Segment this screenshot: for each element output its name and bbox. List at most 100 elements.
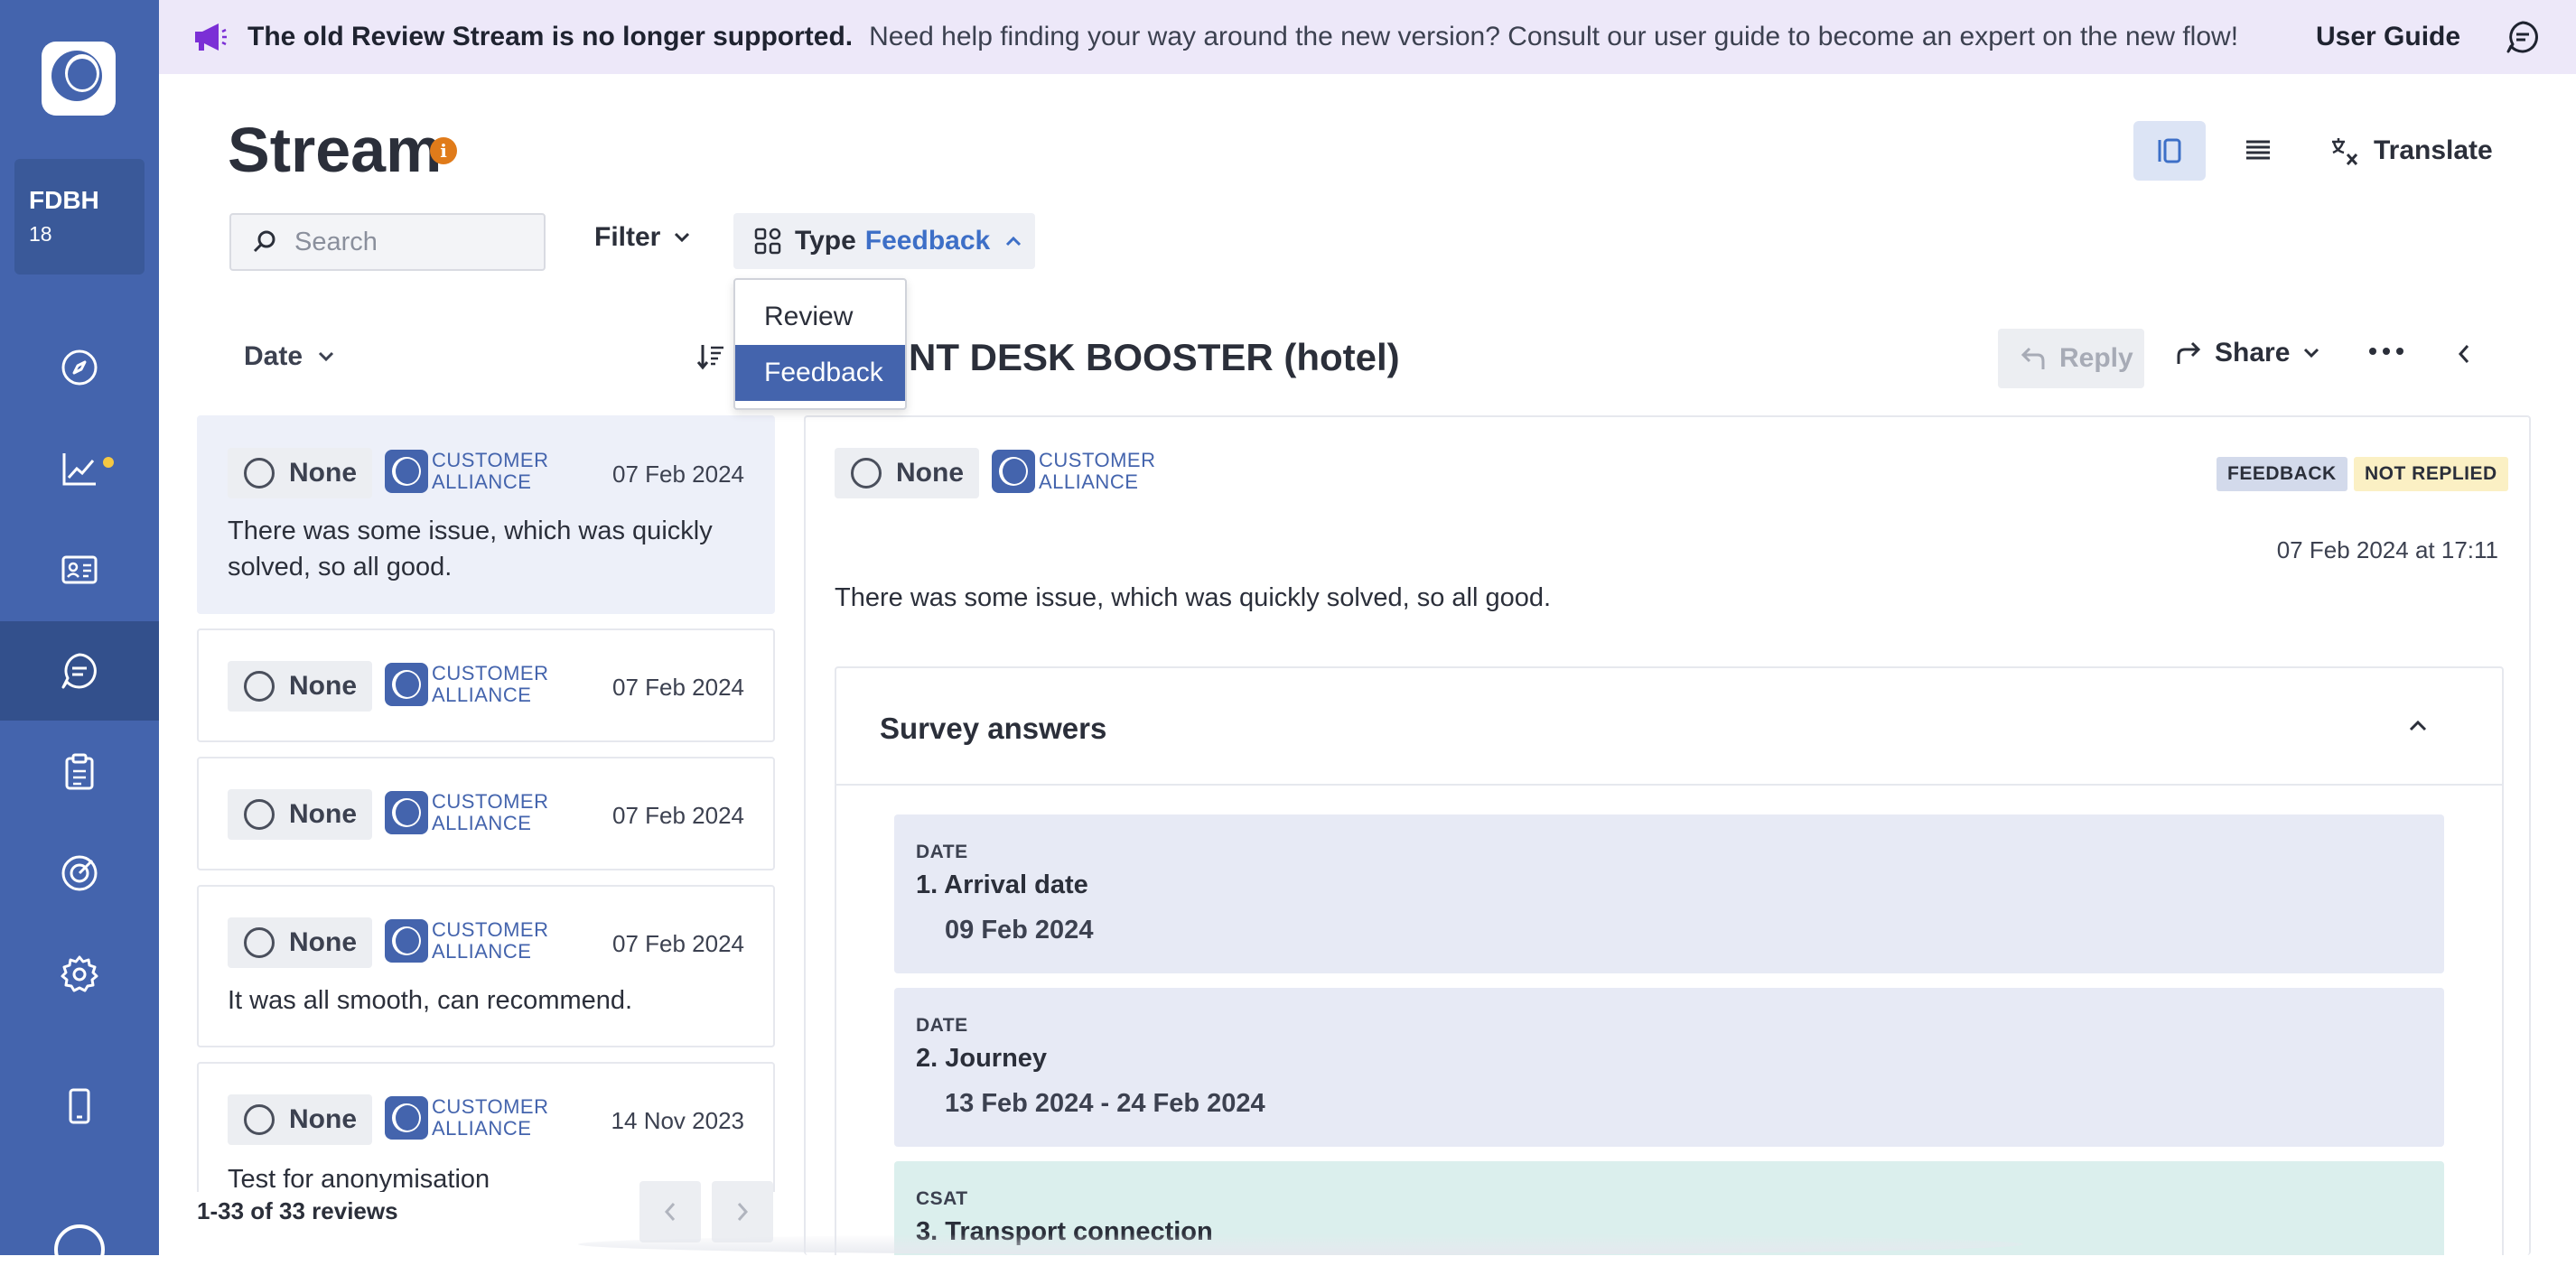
status-chip[interactable]: None xyxy=(835,448,979,498)
status-label: None xyxy=(289,1104,357,1134)
nav-goals[interactable] xyxy=(0,824,159,923)
customer-alliance-logo: CUSTOMER ALLIANCE xyxy=(385,663,549,706)
nav-stream[interactable] xyxy=(0,621,159,721)
survey-header[interactable]: Survey answers xyxy=(836,668,2502,786)
nav-contacts[interactable] xyxy=(0,520,159,619)
status-chip[interactable]: None xyxy=(228,1094,372,1145)
survey-answers-section: Survey answers DATE 1. Arrival date 09 F… xyxy=(835,666,2504,1255)
review-date: 07 Feb 2024 xyxy=(611,802,744,829)
chevron-down-icon xyxy=(2304,348,2319,358)
sort-direction-button[interactable] xyxy=(695,341,726,372)
list-item[interactable]: None CUSTOMER ALLIANCE 14 Nov 2023 Test f… xyxy=(197,1062,775,1192)
share-button[interactable]: Share xyxy=(2175,338,2320,368)
prev-page-button[interactable] xyxy=(639,1181,701,1242)
chevron-up-icon xyxy=(2409,720,2427,731)
status-label: None xyxy=(896,458,964,488)
list-view-button[interactable] xyxy=(2222,121,2294,181)
megaphone-icon xyxy=(195,23,227,51)
review-date: 07 Feb 2024 xyxy=(611,930,744,957)
app-logo[interactable] xyxy=(42,42,116,116)
status-label: None xyxy=(289,458,357,488)
sort-descending-icon xyxy=(696,345,723,370)
feedback-chat-icon[interactable] xyxy=(2506,20,2540,54)
nav-mobile[interactable] xyxy=(0,1056,159,1156)
split-view-button[interactable] xyxy=(2133,121,2206,181)
translate-button[interactable]: Translate xyxy=(2329,128,2493,173)
account-name: FDBH xyxy=(29,186,99,214)
more-options-button[interactable] xyxy=(2368,347,2404,356)
status-label: None xyxy=(289,799,357,829)
survey-title: Survey answers xyxy=(880,712,1107,745)
radio-icon xyxy=(244,671,275,702)
answer-value: 13 Feb 2024 - 24 Feb 2024 xyxy=(945,1089,1265,1118)
reply-button[interactable]: Reply xyxy=(1998,329,2144,388)
account-switcher[interactable]: FDBH 18 xyxy=(14,159,145,275)
detail-title: NT DESK BOOSTER (hotel) xyxy=(909,336,1400,378)
radio-icon xyxy=(244,799,275,830)
question-text: 2. Journey xyxy=(916,1044,1048,1073)
type-filter-button[interactable]: Type Feedback xyxy=(733,213,1035,269)
compass-icon xyxy=(61,349,98,386)
survey-answer: DATE 2. Journey 13 Feb 2024 - 24 Feb 202… xyxy=(894,988,2444,1147)
clipboard-icon xyxy=(65,753,94,790)
type-label: Type xyxy=(795,226,856,256)
type-option-feedback[interactable]: Feedback xyxy=(735,345,905,401)
nav-explore[interactable] xyxy=(0,318,159,417)
review-datetime: 07 Feb 2024 at 17:11 xyxy=(2276,536,2498,563)
survey-answer: DATE 1. Arrival date 09 Feb 2024 xyxy=(894,814,2444,973)
type-option-review[interactable]: Review xyxy=(735,289,905,345)
list-item[interactable]: None CUSTOMER ALLIANCE 07 Feb 2024 It was… xyxy=(197,885,775,1047)
reply-label: Reply xyxy=(2059,343,2133,373)
review-list: None CUSTOMER ALLIANCE 07 Feb 2024 There … xyxy=(197,415,775,1192)
status-chip[interactable]: None xyxy=(228,448,372,498)
deprecation-banner: The old Review Stream is no longer suppo… xyxy=(159,0,2576,74)
nav-settings[interactable] xyxy=(0,925,159,1024)
info-icon[interactable]: i xyxy=(430,137,457,164)
chevron-left-icon xyxy=(2458,345,2469,363)
collapse-panel-button[interactable] xyxy=(2457,343,2471,365)
notification-dot xyxy=(103,457,114,468)
sort-field-select[interactable]: Date xyxy=(244,341,335,372)
customer-alliance-logo: CUSTOMER ALLIANCE xyxy=(385,450,549,493)
review-date: 07 Feb 2024 xyxy=(611,461,744,488)
status-chip[interactable]: None xyxy=(228,789,372,840)
filter-button[interactable]: Filter xyxy=(594,222,691,253)
review-excerpt: There was some issue, which was quickly … xyxy=(228,517,713,582)
filter-label: Filter xyxy=(594,222,661,252)
contact-card-icon xyxy=(61,555,98,584)
more-horizontal-icon xyxy=(2369,348,2403,355)
banner-message: Need help finding your way around the ne… xyxy=(869,22,2239,51)
type-dropdown: Review Feedback xyxy=(733,278,907,410)
mobile-icon xyxy=(69,1088,90,1124)
customer-alliance-logo: CUSTOMER ALLIANCE xyxy=(385,919,549,963)
review-text: There was some issue, which was quickly … xyxy=(835,583,1552,612)
next-page-button[interactable] xyxy=(712,1181,773,1242)
nav-surveys[interactable] xyxy=(0,722,159,822)
search-input[interactable] xyxy=(294,227,529,257)
radio-icon xyxy=(244,458,275,489)
status-chip[interactable]: None xyxy=(228,917,372,968)
list-item[interactable]: None CUSTOMER ALLIANCE 07 Feb 2024 xyxy=(197,628,775,742)
search-box[interactable] xyxy=(229,213,546,271)
chevron-left-icon xyxy=(664,1203,676,1221)
customer-alliance-logo: CUSTOMER ALLIANCE xyxy=(385,1096,549,1140)
nav-analytics[interactable] xyxy=(0,419,159,518)
banner-title: The old Review Stream is no longer suppo… xyxy=(247,22,854,51)
answer-value: 09 Feb 2024 xyxy=(945,916,1094,945)
share-icon xyxy=(2177,341,2201,364)
list-item[interactable]: None CUSTOMER ALLIANCE 07 Feb 2024 xyxy=(197,757,775,870)
translate-label: Translate xyxy=(2374,135,2493,165)
search-icon xyxy=(253,230,275,253)
target-icon xyxy=(61,855,98,891)
list-view-icon xyxy=(2246,140,2270,160)
list-item[interactable]: None CUSTOMER ALLIANCE 07 Feb 2024 There … xyxy=(197,415,775,614)
user-avatar[interactable] xyxy=(54,1224,105,1275)
status-chip[interactable]: None xyxy=(228,661,372,712)
chat-icon xyxy=(61,653,97,689)
user-guide-link[interactable]: User Guide xyxy=(2316,22,2460,52)
answer-type: DATE xyxy=(916,842,968,862)
sidebar: FDBH 18 xyxy=(0,0,159,1275)
chart-icon xyxy=(62,453,96,486)
chevron-down-icon xyxy=(675,232,690,243)
review-date: 14 Nov 2023 xyxy=(611,1107,744,1134)
